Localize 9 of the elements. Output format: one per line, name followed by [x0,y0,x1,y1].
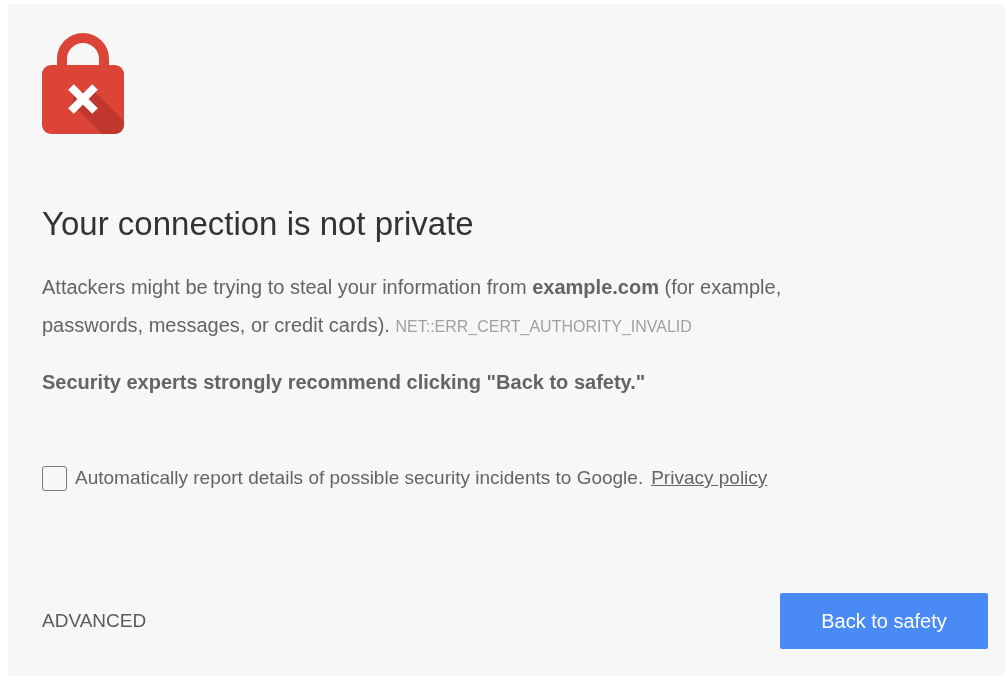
warning-message: Attackers might be trying to steal your information from example.com (for example, passwords, messages, or credit cards). NET::ERR_CERT_AUTHORITY_INVALID [42,275,783,338]
lock-error-icon [42,33,124,134]
privacy-policy-link[interactable]: Privacy policy [651,464,768,493]
back-to-safety-button[interactable]: Back to safety [780,593,988,649]
report-label: Automatically report details of possible security incidents to Google. [75,466,644,490]
page-heading: Your connection is not private [42,204,474,244]
recommendation-text: Security experts strongly recommend clicking "Back to safety." [42,370,646,395]
report-checkbox[interactable] [42,465,67,491]
advanced-button[interactable]: ADVANCED [42,606,147,636]
